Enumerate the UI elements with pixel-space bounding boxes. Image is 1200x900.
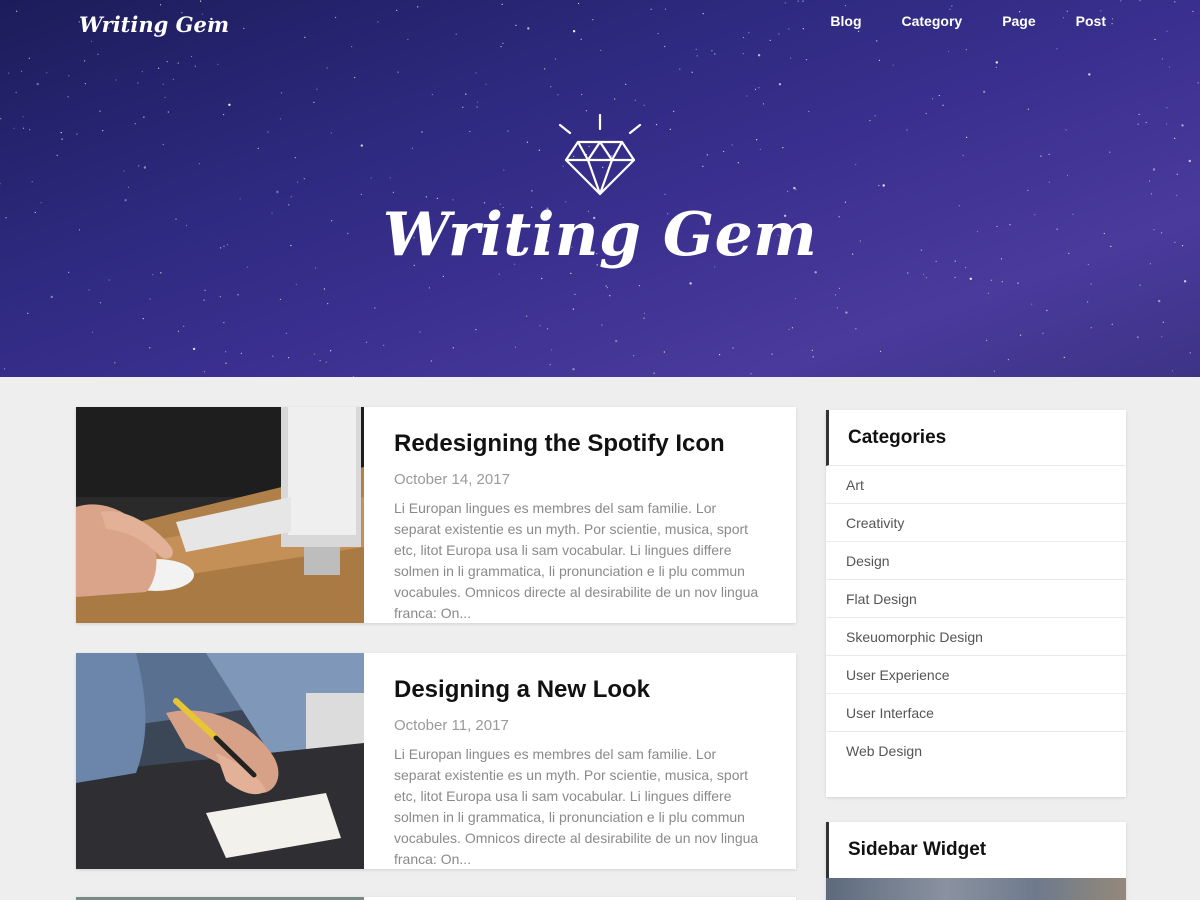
category-item-user-experience[interactable]: User Experience (826, 656, 1126, 694)
widget-title: Categories (826, 410, 1126, 466)
sidebar-widget: Sidebar Widget (826, 822, 1126, 900)
category-item-skeuomorphic-design[interactable]: Skeuomorphic Design (826, 618, 1126, 656)
category-list: Art Creativity Design Flat Design Skeuom… (826, 466, 1126, 797)
category-item-user-interface[interactable]: User Interface (826, 694, 1126, 732)
nav-item-post[interactable]: Post (1056, 12, 1106, 30)
category-item-flat-design[interactable]: Flat Design (826, 580, 1126, 618)
post-thumbnail-writing-hand[interactable] (76, 653, 364, 869)
post-thumbnail-computer-mouse[interactable] (76, 407, 364, 623)
category-item-art[interactable]: Art (826, 466, 1126, 504)
post-excerpt: Li Europan lingues es membres del sam fa… (394, 746, 759, 867)
main-nav: Blog Category Page Post (810, 12, 1106, 30)
nav-item-category[interactable]: Category (882, 12, 983, 30)
widget-title: Sidebar Widget (826, 822, 1126, 878)
post-body: Designing a New Look October 11, 2017 Li… (364, 653, 796, 869)
post-excerpt: Li Europan lingues es membres del sam fa… (394, 500, 759, 621)
diamond-icon (558, 113, 642, 196)
category-item-creativity[interactable]: Creativity (826, 504, 1126, 542)
hero-title: Writing Gem (382, 200, 818, 270)
post-title[interactable]: Redesigning the Spotify Icon (394, 429, 766, 459)
nav-item-page[interactable]: Page (982, 12, 1055, 30)
post-date: October 14, 2017 (394, 471, 510, 488)
post-card[interactable]: Designing a New Look October 11, 2017 Li… (76, 653, 796, 869)
site-brand-link[interactable]: Writing Gem (79, 12, 229, 37)
post-body: Redesigning the Spotify Icon October 14,… (364, 407, 796, 623)
post-title[interactable]: Designing a New Look (394, 675, 766, 705)
category-item-design[interactable]: Design (826, 542, 1126, 580)
categories-widget: Categories Art Creativity Design Flat De… (826, 410, 1126, 797)
post-date: October 11, 2017 (394, 717, 509, 734)
sidebar-widget-image (826, 878, 1126, 900)
category-item-web-design[interactable]: Web Design (826, 732, 1126, 770)
hero-header: Writing Gem Blog Category Page Post Writ… (0, 0, 1200, 377)
nav-item-blog[interactable]: Blog (810, 12, 881, 30)
post-card[interactable]: Redesigning the Spotify Icon October 14,… (76, 407, 796, 623)
